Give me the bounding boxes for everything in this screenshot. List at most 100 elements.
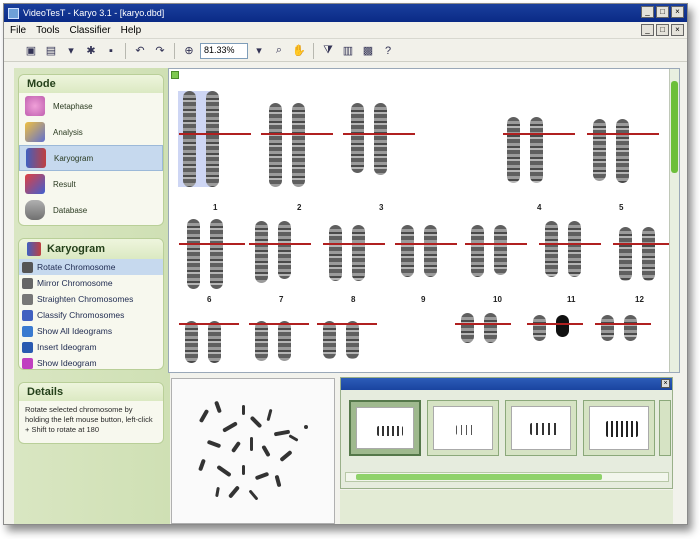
label-5: 5 <box>619 203 624 212</box>
metaphase-thumbnail-4[interactable] <box>583 400 655 456</box>
zoom-tool-icon[interactable]: ⌕ <box>270 42 288 60</box>
chromosome-pair-1[interactable] <box>183 91 219 187</box>
centromere-line <box>249 323 309 325</box>
classify-chromosomes-item[interactable]: Classify Chromosomes <box>19 307 163 323</box>
insert-ideogram-item[interactable]: Insert Ideogram <box>19 339 163 355</box>
window-title: VideoTesT - Karyo 3.1 - [karyo.dbd] <box>23 8 165 18</box>
mode-analysis-label: Analysis <box>53 127 83 137</box>
chromosome-pair-17[interactable] <box>533 315 569 341</box>
label-12: 12 <box>635 295 644 304</box>
rotate-chromosome-item[interactable]: Rotate Chromosome <box>19 259 163 275</box>
centromere-line <box>249 243 311 245</box>
karyogram-icon <box>26 148 46 168</box>
mode-panel: Mode Metaphase Analysis Karyogram Result… <box>18 74 164 226</box>
chromosome-pair-3[interactable] <box>351 103 387 175</box>
chromosome-pair-10[interactable] <box>471 225 507 277</box>
mode-database[interactable]: Database <box>19 197 163 223</box>
metaphase-image-view[interactable] <box>171 378 335 524</box>
maximize-button[interactable]: □ <box>656 6 669 18</box>
menu-tools[interactable]: Tools <box>36 25 59 36</box>
chromosome-pair-8[interactable] <box>329 225 365 281</box>
thumbnail-horizontal-scrollbar[interactable] <box>345 472 669 482</box>
menu-file[interactable]: File <box>10 25 26 36</box>
doc-close-button[interactable]: × <box>671 24 684 36</box>
mode-database-label: Database <box>53 205 88 215</box>
redo-icon[interactable]: ↷ <box>151 42 169 60</box>
minimize-button[interactable]: _ <box>641 6 654 18</box>
database-icon <box>25 200 45 220</box>
hand-icon[interactable]: ✋ <box>290 42 308 60</box>
centromere-line <box>317 323 377 325</box>
save-icon[interactable]: ▪ <box>102 42 120 60</box>
settings-icon[interactable]: ✱ <box>82 42 100 60</box>
close-button[interactable]: × <box>671 6 684 18</box>
karyogram-canvas[interactable]: 1 2 3 4 5 6 7 8 9 10 11 12 <box>168 68 680 373</box>
chromosome-pair-7[interactable] <box>255 221 291 283</box>
mirror-chromosome-item[interactable]: Mirror Chromosome <box>19 275 163 291</box>
chromosome-pair-9[interactable] <box>401 225 437 277</box>
show-ideogram-icon <box>22 357 33 369</box>
thumbnail-panel-titlebar: × <box>341 378 672 390</box>
menu-bar: File Tools Classifier Help <box>4 22 687 39</box>
document-icon[interactable]: ▥ <box>339 42 357 60</box>
metaphase-thumbnail-5[interactable] <box>659 400 671 456</box>
details-panel: Details Rotate selected chromosome by ho… <box>18 382 164 444</box>
app-icon <box>8 7 19 19</box>
chromosome-pair-5[interactable] <box>593 119 629 183</box>
show-all-ideograms-item[interactable]: Show All Ideograms <box>19 323 163 339</box>
doc-restore-button[interactable]: □ <box>656 24 669 36</box>
chromosome-pair-12[interactable] <box>619 227 655 281</box>
scroll-thumb[interactable] <box>671 81 678 173</box>
chromosome-pair-14[interactable] <box>255 321 291 361</box>
rotate-chromosome-label: Rotate Chromosome <box>37 262 116 272</box>
mode-analysis[interactable]: Analysis <box>19 119 163 145</box>
chromosome-pair-4[interactable] <box>507 117 543 183</box>
classify-chromosomes-label: Classify Chromosomes <box>37 310 125 320</box>
centromere-line <box>613 243 675 245</box>
undo-icon[interactable]: ↶ <box>131 42 149 60</box>
filter-icon[interactable]: ⧩ <box>319 42 337 60</box>
metaphase-thumbnail-2[interactable] <box>427 400 499 456</box>
metaphase-thumbnail-3[interactable] <box>505 400 577 456</box>
centromere-line <box>343 133 415 135</box>
chromosome-pair-2[interactable] <box>269 103 305 187</box>
centromere-line <box>323 243 385 245</box>
centromere-line <box>503 133 575 135</box>
centromere-line <box>595 323 651 325</box>
label-8: 8 <box>351 295 356 304</box>
zoom-in-icon[interactable]: ⊕ <box>180 42 198 60</box>
zoom-field[interactable]: 81.33% <box>200 42 248 59</box>
chromosome-pair-18[interactable] <box>601 315 637 341</box>
chromosome-pair-6[interactable] <box>187 219 223 289</box>
centromere-line <box>527 323 583 325</box>
show-ideogram-item[interactable]: Show Ideogram <box>19 355 163 371</box>
mode-metaphase[interactable]: Metaphase <box>19 93 163 119</box>
toolbar: ▣ ▤ ▾ ✱ ▪ ↶ ↷ ⊕ 81.33% ▾ ⌕ ✋ ⧩ ▥ ▩ ? <box>4 40 687 62</box>
karyogram-vertical-scrollbar[interactable] <box>669 69 679 372</box>
menu-classifier[interactable]: Classifier <box>69 25 110 36</box>
mode-result[interactable]: Result <box>19 171 163 197</box>
mode-karyogram[interactable]: Karyogram <box>19 145 163 171</box>
image-icon[interactable]: ▩ <box>359 42 377 60</box>
doc-minimize-button[interactable]: _ <box>641 24 654 36</box>
chromosome-pair-16[interactable] <box>461 313 497 343</box>
chromosome-pair-15[interactable] <box>323 321 359 359</box>
folder-icon[interactable]: ▾ <box>62 42 80 60</box>
mode-panel-title: Mode <box>19 75 163 93</box>
ideograms-icon <box>22 325 33 337</box>
thumbnail-panel-close-button[interactable]: × <box>661 379 670 388</box>
new-icon[interactable]: ▣ <box>22 42 40 60</box>
zoom-dropdown-icon[interactable]: ▾ <box>250 42 268 60</box>
karyogram-panel-header: Karyogram <box>19 239 163 259</box>
chromosome-pair-13[interactable] <box>185 321 221 363</box>
thumbnail-scroll-thumb[interactable] <box>356 474 602 480</box>
chromosome-pair-11[interactable] <box>545 221 581 277</box>
details-panel-title: Details <box>19 383 163 401</box>
straighten-icon <box>22 293 33 305</box>
menu-help[interactable]: Help <box>121 25 142 36</box>
open-icon[interactable]: ▤ <box>42 42 60 60</box>
help-icon[interactable]: ? <box>379 42 397 60</box>
straighten-chromosomes-item[interactable]: Straighten Chromosomes <box>19 291 163 307</box>
canvas-corner-marker <box>171 71 179 79</box>
metaphase-thumbnail-1[interactable] <box>349 400 421 456</box>
